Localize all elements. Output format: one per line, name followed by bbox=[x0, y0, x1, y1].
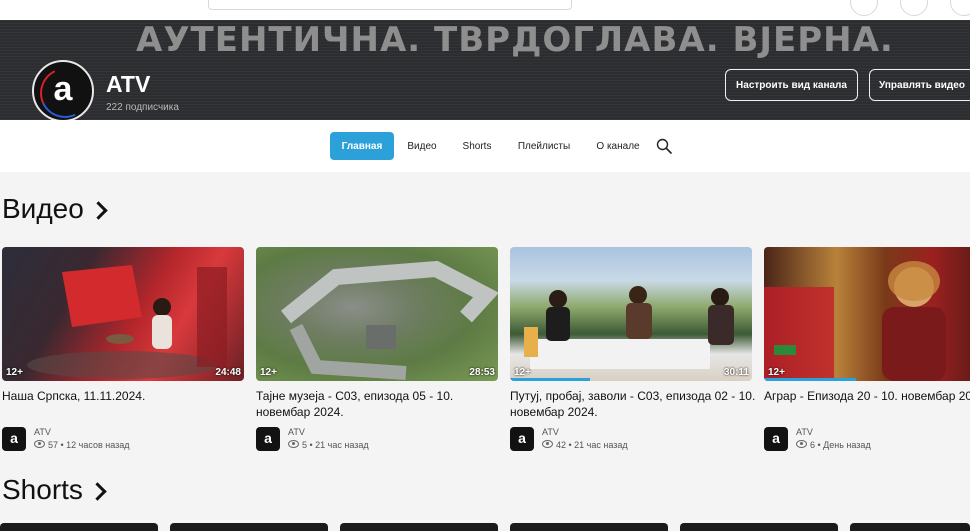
video-thumbnail[interactable]: 12+ 24:48 bbox=[2, 247, 244, 381]
video-card[interactable]: 12+ 28:53 Тајне музеја - С03, епизода 05… bbox=[256, 247, 498, 451]
upload-time: 21 час назад bbox=[574, 440, 628, 450]
channel-avatar[interactable]: a bbox=[764, 427, 788, 451]
videos-section-label: Видео bbox=[2, 193, 84, 224]
watch-progress-bar bbox=[764, 378, 856, 381]
manage-videos-button[interactable]: Управлять видео bbox=[869, 69, 970, 101]
video-card[interactable]: 12+ 24:48 Наша Српска, 11.11.2024. a ATV… bbox=[2, 247, 244, 451]
tab-playlists[interactable]: Плейлисты bbox=[512, 132, 576, 160]
tab-videos[interactable]: Видео bbox=[402, 132, 442, 160]
customize-channel-button[interactable]: Настроить вид канала bbox=[725, 69, 858, 101]
ruins-scene-illustration bbox=[281, 260, 498, 380]
video-thumbnail[interactable]: 12+ 28:53 bbox=[256, 247, 498, 381]
video-meta: a ATV 6 • День назад bbox=[764, 427, 970, 451]
video-title[interactable]: Наша Српска, 11.11.2024. bbox=[2, 388, 252, 404]
video-title[interactable]: Аграр - Епизода 20 - 10. новембар 2024. bbox=[764, 388, 970, 404]
video-stats: 5 • 21 час назад bbox=[288, 440, 369, 450]
channel-logo: a bbox=[32, 60, 98, 120]
chevron-right-icon bbox=[89, 200, 108, 220]
view-count: 6 bbox=[810, 440, 816, 450]
upload-icon[interactable] bbox=[850, 0, 878, 16]
video-title[interactable]: Тајне музеја - С03, епизода 05 - 10. нов… bbox=[256, 388, 506, 420]
view-count: 42 bbox=[556, 440, 567, 450]
duration-badge: 30:11 bbox=[723, 367, 749, 378]
subscriber-count: 222 подписчика bbox=[106, 102, 179, 113]
tab-about[interactable]: О канале bbox=[590, 132, 646, 160]
video-stats: 57 • 12 часов назад bbox=[34, 440, 130, 450]
channel-name: ATV bbox=[106, 71, 151, 97]
upload-time: 21 час назад bbox=[315, 440, 369, 450]
age-rating-badge: 12+ bbox=[768, 367, 785, 378]
view-count: 57 bbox=[48, 440, 59, 450]
channel-banner: АУТЕНТИЧНА. ТВРДОГЛАВА. ВЈЕРНА. a ATV 22… bbox=[0, 20, 970, 120]
account-avatar[interactable] bbox=[950, 0, 970, 16]
video-thumbnail[interactable]: 12+ 30:11 bbox=[510, 247, 752, 381]
shorts-section-title[interactable]: Shorts bbox=[2, 474, 107, 506]
channel-avatar[interactable]: a bbox=[2, 427, 26, 451]
video-thumbnail[interactable]: 12+ bbox=[764, 247, 970, 381]
video-meta: a ATV 57 • 12 часов назад bbox=[2, 427, 244, 451]
age-rating-badge: 12+ bbox=[260, 367, 277, 378]
shorts-section-label: Shorts bbox=[2, 474, 83, 505]
age-rating-badge: 12+ bbox=[514, 367, 531, 378]
chevron-right-icon bbox=[88, 481, 107, 501]
eye-icon bbox=[542, 440, 553, 448]
channel-avatar[interactable]: a bbox=[510, 427, 534, 451]
video-card[interactable]: 12+ Аграр - Епизода 20 - 10. новембар 20… bbox=[764, 247, 970, 451]
video-card[interactable]: 12+ 30:11 Путуј, пробај, заволи - С03, е… bbox=[510, 247, 755, 451]
channel-tabs: Главная Видео Shorts Плейлисты О канале bbox=[0, 120, 970, 172]
studio-scene-illustration bbox=[27, 265, 227, 379]
age-rating-badge: 12+ bbox=[6, 367, 23, 378]
presenter-scene-illustration bbox=[764, 261, 946, 381]
upload-time: День назад bbox=[823, 440, 871, 450]
video-stats: 6 • День назад bbox=[796, 440, 871, 450]
global-search-input[interactable] bbox=[208, 0, 572, 10]
video-author[interactable]: ATV bbox=[542, 427, 559, 437]
outdoor-table-illustration bbox=[524, 286, 734, 369]
notifications-icon[interactable] bbox=[900, 0, 928, 16]
upload-time: 12 часов назад bbox=[66, 440, 130, 450]
view-count: 5 bbox=[302, 440, 308, 450]
tab-home[interactable]: Главная bbox=[330, 132, 394, 160]
video-title[interactable]: Путуј, пробај, заволи - С03, епизода 02 … bbox=[510, 388, 760, 420]
tab-shorts[interactable]: Shorts bbox=[456, 132, 498, 160]
duration-badge: 24:48 bbox=[215, 367, 241, 378]
search-icon[interactable] bbox=[656, 138, 672, 154]
video-author[interactable]: ATV bbox=[288, 427, 305, 437]
video-meta: a ATV 42 • 21 час назад bbox=[510, 427, 752, 451]
logo-ring-icon bbox=[32, 60, 98, 120]
channel-avatar[interactable]: a bbox=[256, 427, 280, 451]
eye-icon bbox=[796, 440, 807, 448]
video-author[interactable]: ATV bbox=[34, 427, 51, 437]
watch-progress-bar bbox=[510, 378, 590, 381]
eye-icon bbox=[288, 440, 299, 448]
eye-icon bbox=[34, 440, 45, 448]
banner-slogan: АУТЕНТИЧНА. ТВРДОГЛАВА. ВЈЕРНА. bbox=[136, 20, 894, 60]
video-meta: a ATV 5 • 21 час назад bbox=[256, 427, 498, 451]
video-author[interactable]: ATV bbox=[796, 427, 813, 437]
top-bar bbox=[0, 0, 970, 20]
videos-section-title[interactable]: Видео bbox=[2, 193, 108, 225]
video-stats: 42 • 21 час назад bbox=[542, 440, 628, 450]
duration-badge: 28:53 bbox=[469, 367, 495, 378]
